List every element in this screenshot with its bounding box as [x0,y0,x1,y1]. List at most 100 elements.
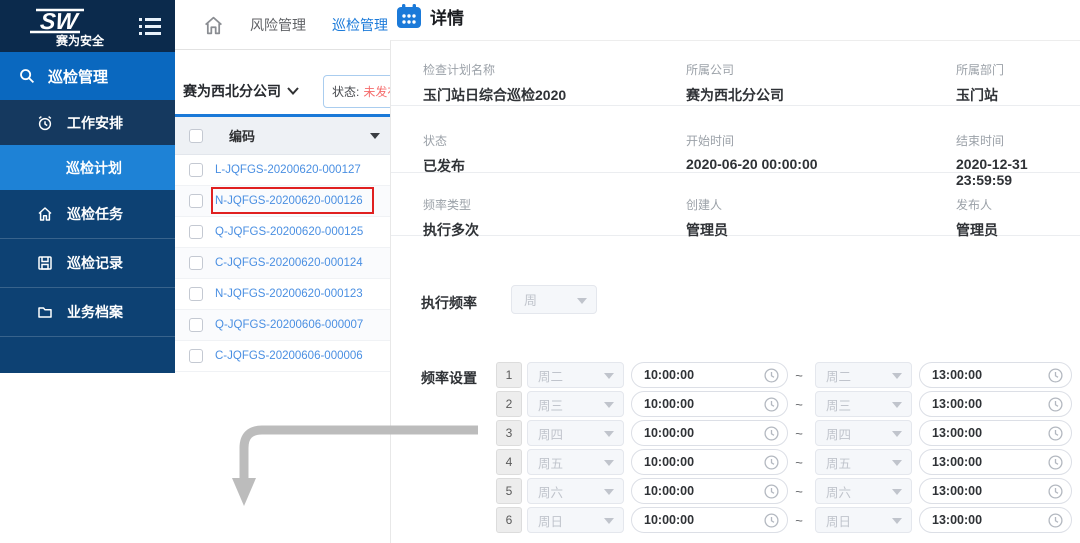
info-field: 所属部门 玉门站 [956,61,1080,105]
table-row: C-JQFGS-20200606-000006 [175,341,390,372]
table-row: Q-JQFGS-20200606-000007 [175,310,390,341]
row-checkbox[interactable] [189,163,203,177]
brand-logo: SW 赛为安全 [22,5,118,47]
row-number: 4 [496,449,522,475]
caret-down-icon [892,518,902,524]
info-field-label: 频率类型 [423,196,686,213]
sidebar-item-inspection-record[interactable]: 巡检记录 [0,239,175,288]
search-icon [18,68,35,84]
frequency-row: 4 周五 10:00:00 ~ 周五 13:00:00 [496,449,1072,475]
plan-code-link[interactable]: C-JQFGS-20200620-000124 [215,257,363,269]
end-time-input[interactable]: 13:00:00 [919,449,1072,475]
end-time-input[interactable]: 13:00:00 [919,362,1072,388]
table-row: N-JQFGS-20200620-000123 [175,279,390,310]
start-time-input[interactable]: 10:00:00 [631,449,788,475]
info-field-value: 赛为西北分公司 [686,85,956,105]
info-field-label: 检查计划名称 [423,61,686,78]
sidebar-menu: 巡检管理 工作安排 巡检计划 巡检任务 巡检记录 业务档案 [0,52,175,337]
range-separator: ~ [788,513,810,528]
end-day-select: 周四 [815,420,912,446]
range-separator: ~ [788,426,810,441]
row-checkbox[interactable] [189,318,203,332]
plan-code-link[interactable]: N-JQFGS-20200620-000126 [215,195,363,207]
caret-down-icon [577,298,587,304]
svg-text:赛为安全: 赛为安全 [55,33,105,47]
detail-title: 详情 [430,4,464,29]
plan-code-link[interactable]: L-JQFGS-20200620-000127 [215,164,361,176]
caret-down-icon [604,402,614,408]
info-field-value: 玉门站日综合巡检2020 [423,85,686,105]
end-time-input[interactable]: 13:00:00 [919,420,1072,446]
range-separator: ~ [788,397,810,412]
info-field-label: 所属部门 [956,61,1080,78]
end-day-select: 周三 [815,391,912,417]
row-checkbox[interactable] [189,287,203,301]
chevron-down-icon [287,87,299,95]
row-number: 5 [496,478,522,504]
table-header: 编码 [175,117,390,155]
start-time-input[interactable]: 10:00:00 [631,478,788,504]
range-separator: ~ [788,484,810,499]
frequency-settings-label: 频率设置 [421,368,477,388]
folder-icon [36,304,53,320]
row-checkbox[interactable] [189,256,203,270]
company-selector-label: 赛为西北分公司 [183,81,281,101]
start-time-input[interactable]: 10:00:00 [631,362,788,388]
sidebar-item-inspection-plan[interactable]: 巡检计划 [0,145,175,190]
plan-code-link[interactable]: C-JQFGS-20200606-000006 [215,350,363,362]
plan-list-panel: 赛为西北分公司 状态: 未发布 编码 L-JQFGS-20200620-0001… [175,50,390,543]
caret-down-icon [892,402,902,408]
sidebar-item-inspection-task[interactable]: 巡检任务 [0,190,175,239]
start-day-select: 周六 [527,478,624,504]
end-day-select: 周五 [815,449,912,475]
sidebar-collapse-icon[interactable] [139,18,161,35]
start-time-input[interactable]: 10:00:00 [631,507,788,533]
tab-risk-management[interactable]: 风险管理 [250,15,306,35]
info-field-value: 执行多次 [423,220,686,240]
table-row: N-JQFGS-20200620-000126 [175,186,390,217]
start-day-select: 周四 [527,420,624,446]
start-day-select: 周三 [527,391,624,417]
table-row: C-JQFGS-20200620-000124 [175,248,390,279]
column-header-code: 编码 [229,126,255,145]
frequency-row: 3 周四 10:00:00 ~ 周四 13:00:00 [496,420,1072,446]
start-time-input[interactable]: 10:00:00 [631,391,788,417]
row-number: 1 [496,362,522,388]
info-field: 创建人 管理员 [686,196,956,240]
row-number: 3 [496,420,522,446]
info-field-value: 2020-06-20 00:00:00 [686,156,956,172]
plan-code-link[interactable]: Q-JQFGS-20200606-000007 [215,319,363,331]
end-time-input[interactable]: 13:00:00 [919,391,1072,417]
sidebar-item-business-archive[interactable]: 业务档案 [0,288,175,337]
range-separator: ~ [788,455,810,470]
clock-icon [1048,368,1063,383]
company-selector[interactable]: 赛为西北分公司 [183,74,299,108]
plan-code-link[interactable]: Q-JQFGS-20200620-000125 [215,226,363,238]
sidebar-item-work-schedule[interactable]: 工作安排 [0,100,175,145]
select-all-checkbox[interactable] [189,129,203,143]
column-filter-caret-icon[interactable] [370,133,380,139]
info-field-value: 玉门站 [956,85,1080,105]
clock-icon [1048,484,1063,499]
info-field-value: 管理员 [686,220,956,240]
end-time-input[interactable]: 13:00:00 [919,478,1072,504]
info-field-label: 创建人 [686,196,956,213]
sidebar-item-inspection-management[interactable]: 巡检管理 [0,52,175,100]
table-body: L-JQFGS-20200620-000127 N-JQFGS-20200620… [175,155,390,372]
exec-frequency-select: 周 [511,285,597,314]
end-time-input[interactable]: 13:00:00 [919,507,1072,533]
row-checkbox[interactable] [189,349,203,363]
info-field: 所属公司 赛为西北分公司 [686,61,956,105]
calendar-icon [396,3,422,29]
home-icon[interactable] [203,15,224,36]
clock-icon [1048,513,1063,528]
row-checkbox[interactable] [189,194,203,208]
info-field-label: 开始时间 [686,132,956,149]
plan-code-link[interactable]: N-JQFGS-20200620-000123 [215,288,363,300]
clock-icon [764,397,779,412]
tab-inspection-management[interactable]: 巡检管理 [332,15,388,35]
status-filter[interactable]: 状态: 未发布 [323,75,390,108]
row-checkbox[interactable] [189,225,203,239]
start-time-input[interactable]: 10:00:00 [631,420,788,446]
info-row: 状态 已发布 开始时间 2020-06-20 00:00:00 结束时间 202… [391,106,1080,173]
